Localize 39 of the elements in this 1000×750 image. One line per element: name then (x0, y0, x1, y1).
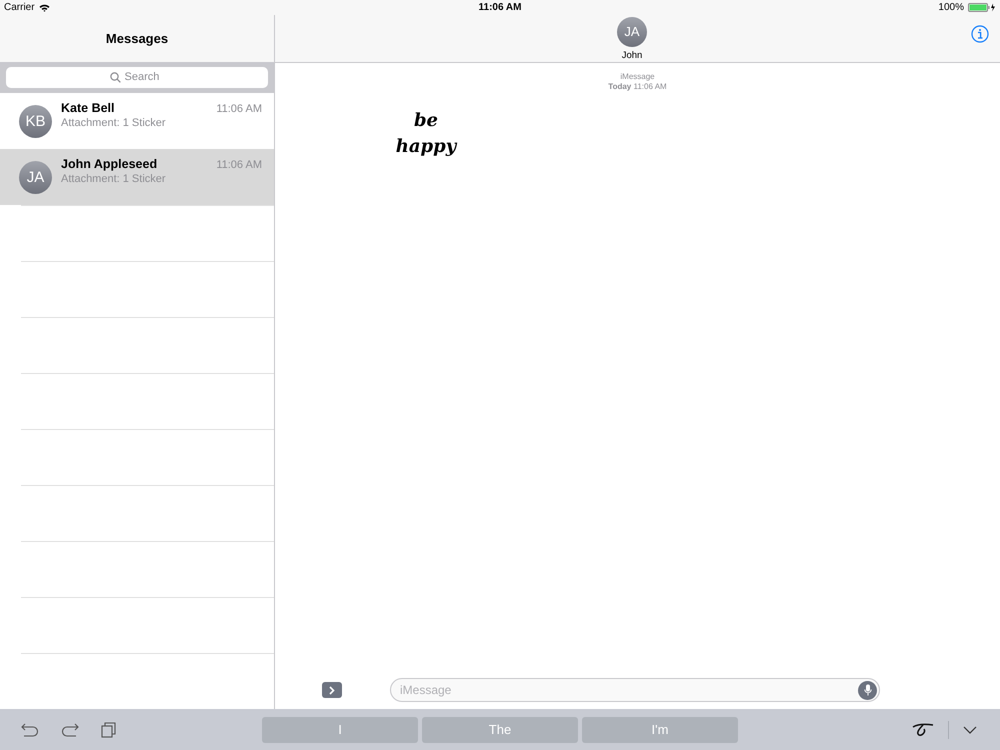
service-label: iMessage (620, 72, 655, 82)
message-time: 11:06 AM (216, 159, 262, 171)
info-icon[interactable] (971, 24, 989, 42)
message-field[interactable]: iMessage (390, 678, 880, 702)
timestamp: Today 11:06 AM (608, 82, 667, 92)
search-input[interactable]: Search (124, 71, 164, 84)
contact-avatar: KB (19, 104, 52, 138)
suggestion-button[interactable]: I (262, 716, 418, 742)
conversation-row[interactable]: JA John Appleseed 11:06 AM Attachment: 1 Sticker (0, 149, 274, 205)
suggestion-button[interactable]: The (422, 716, 578, 742)
message-preview: Attachment: 1 Sticker (61, 173, 167, 185)
message-preview: Attachment: 1 Sticker (61, 117, 167, 129)
sticker-text: be happy (394, 109, 458, 159)
paste-icon[interactable] (101, 722, 117, 738)
microphone-icon (864, 684, 872, 696)
redo-icon[interactable] (61, 722, 79, 736)
microphone-button[interactable] (858, 680, 877, 700)
contact-name: Kate Bell (61, 101, 114, 115)
contact-name: John Appleseed (61, 157, 158, 171)
dismiss-keyboard-icon[interactable] (963, 726, 977, 734)
carrier-label: Carrier (4, 2, 35, 13)
contact-avatar: JA (19, 160, 52, 194)
conversation-row[interactable]: KB Kate Bell 11:06 AM Attachment: 1 Sticker (0, 93, 274, 149)
battery-icon (968, 3, 996, 12)
sidebar-title: Messages (106, 30, 168, 46)
search-field[interactable]: Search (6, 66, 268, 88)
clock-label: 11:06 AM (478, 2, 522, 13)
battery-percent: 100% (938, 2, 964, 13)
search-icon (110, 72, 120, 83)
contact-avatar[interactable]: JA (617, 16, 647, 46)
wifi-icon (38, 4, 50, 12)
handwriting-icon[interactable] (912, 722, 934, 736)
suggestion-button[interactable]: I'm (582, 716, 738, 742)
undo-icon[interactable] (21, 722, 39, 736)
message-time: 11:06 AM (216, 103, 262, 115)
message-input[interactable]: iMessage (400, 683, 858, 697)
chevron-icon (329, 686, 335, 694)
expand-button[interactable] (322, 682, 342, 698)
contact-name[interactable]: John (622, 50, 642, 60)
